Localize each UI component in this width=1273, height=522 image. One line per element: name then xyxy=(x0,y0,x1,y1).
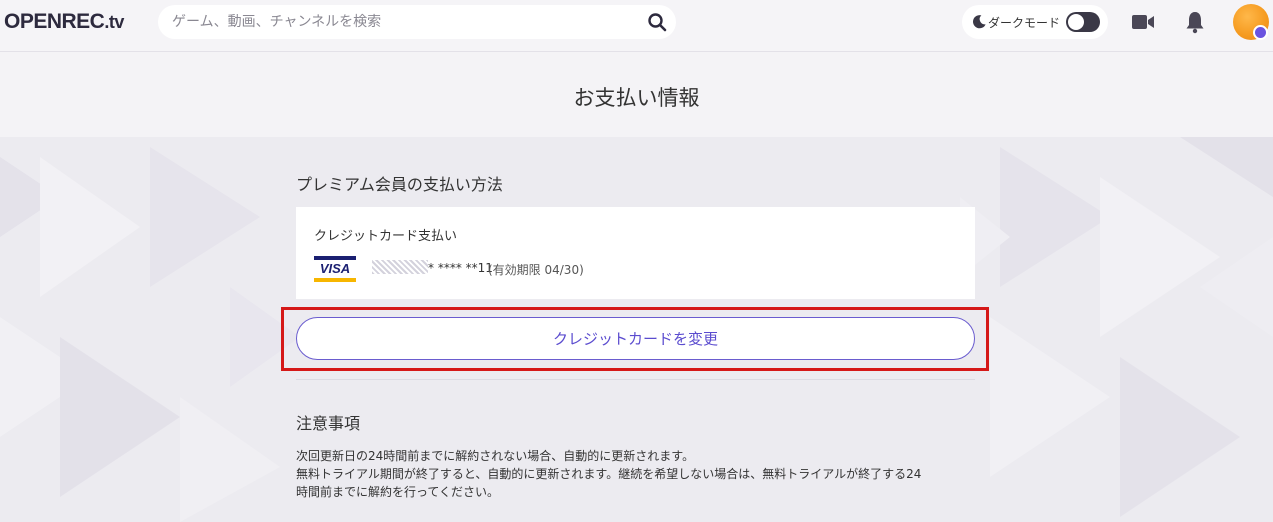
logo-text: OPENREC xyxy=(4,10,105,33)
search-icon[interactable] xyxy=(647,12,667,32)
card-number-redaction xyxy=(372,260,428,274)
payment-section-title: プレミアム会員の支払い方法 xyxy=(296,175,503,194)
notes-line: 無料トライアル期間が終了すると、自動的に更新されます。継続を希望しない場合は、無… xyxy=(296,467,922,481)
notes-title: 注意事項 xyxy=(296,414,361,433)
highlight-annotation-box xyxy=(281,307,989,371)
card-number: * **** **11 xyxy=(428,261,493,275)
moon-icon xyxy=(973,15,986,29)
section-divider xyxy=(296,379,975,380)
page-title: お支払い情報 xyxy=(573,86,700,110)
dark-mode-label: ダークモード xyxy=(988,16,1061,30)
search-bar xyxy=(158,5,676,39)
visa-stripe-bottom xyxy=(314,278,356,282)
bell-icon[interactable] xyxy=(1184,10,1206,34)
verified-badge-icon xyxy=(1253,25,1268,40)
payment-method-card: クレジットカード支払い VISA * **** **11 (有効期限 04/30… xyxy=(296,207,975,299)
dark-mode-switch[interactable] xyxy=(1066,12,1100,32)
search-input[interactable] xyxy=(172,12,632,32)
notes-line: 時間前までに解約を行ってください。 xyxy=(296,485,500,499)
card-expiry: (有効期限 04/30) xyxy=(488,263,584,277)
switch-knob xyxy=(1068,14,1084,30)
notes-line: 次回更新日の24時間前までに解約されない場合、自動的に更新されます。 xyxy=(296,449,695,463)
payment-method-label: クレジットカード支払い xyxy=(314,229,458,244)
openrec-logo[interactable]: OPENREC.tv xyxy=(4,10,124,34)
logo-suffix: .tv xyxy=(104,12,124,32)
visa-brand-text: VISA xyxy=(319,261,351,276)
dark-mode-toggle[interactable]: ダークモード xyxy=(962,5,1108,39)
visa-logo-icon: VISA xyxy=(314,256,356,282)
video-camera-icon[interactable] xyxy=(1131,12,1155,32)
top-header: OPENREC.tv ダークモード xyxy=(0,0,1273,52)
notes-body: 次回更新日の24時間前までに解約されない場合、自動的に更新されます。 無料トライ… xyxy=(296,447,986,501)
visa-stripe-top xyxy=(314,256,356,260)
